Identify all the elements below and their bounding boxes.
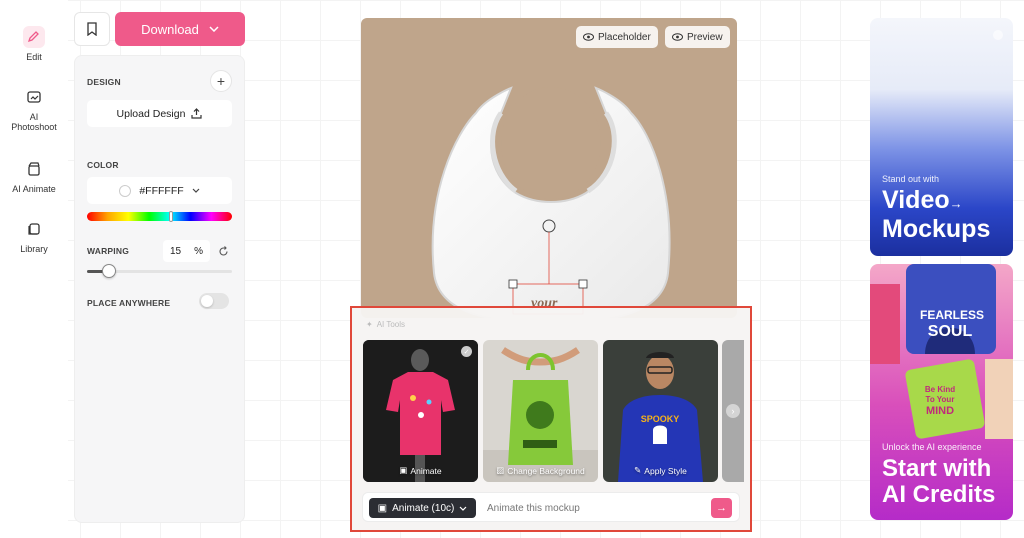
edit-icon xyxy=(23,26,45,48)
rail-item-ai-animate[interactable]: AI Animate xyxy=(0,158,68,194)
rail-item-library[interactable]: Library xyxy=(0,218,68,254)
bookmark-button[interactable] xyxy=(74,12,110,46)
promo-title-line1: Start with xyxy=(882,455,992,482)
prompt-bar: ▣ Animate (10c) → xyxy=(362,492,740,522)
upload-icon xyxy=(191,108,203,119)
promo-collage-image: FEARLESS SOUL Be Kind To Your MIND xyxy=(870,264,1013,439)
color-value: #FFFFFF xyxy=(139,184,184,197)
library-icon xyxy=(23,218,45,240)
ai-tool-card-change-background[interactable]: ▨ Change Background xyxy=(483,340,598,482)
reset-icon xyxy=(218,245,228,256)
rail-item-label: AI Animate xyxy=(12,184,56,194)
promo-title-text: Video xyxy=(882,186,950,214)
rail-item-label-line1: AI xyxy=(29,112,39,122)
man-tshirt-image: SPOOKY xyxy=(603,340,718,482)
bib-image xyxy=(431,86,671,318)
photoshoot-icon xyxy=(23,86,45,108)
ai-tools-panel: ✦ AI Tools ✓ ▣ Animate ▨ Change Backgrou… xyxy=(350,306,752,532)
svg-text:Be Kind: Be Kind xyxy=(925,385,955,394)
card-label-text: Apply Style xyxy=(644,465,687,476)
tote-bag-image xyxy=(483,340,598,482)
svg-text:FEARLESS: FEARLESS xyxy=(920,308,984,322)
animate-icon: ▣ xyxy=(377,502,388,514)
promo-subtitle: Unlock the AI experience xyxy=(882,442,982,452)
ai-tool-card-animate[interactable]: ✓ ▣ Animate xyxy=(363,340,478,482)
design-panel: DESIGN + Upload Design COLOR #FFFFFF WAR… xyxy=(74,55,245,523)
warping-reset-button[interactable] xyxy=(214,241,232,261)
rail-item-label-line2: Photoshoot xyxy=(11,122,57,132)
arrow-right-icon: → xyxy=(949,196,963,211)
rail-item-label: Library xyxy=(20,244,48,254)
design-section-label: DESIGN xyxy=(87,77,121,87)
promo-ai-credits[interactable]: FEARLESS SOUL Be Kind To Your MIND Unloc… xyxy=(870,264,1013,520)
promo-title-line1: Video→ xyxy=(882,187,963,213)
send-button[interactable]: → xyxy=(711,498,732,518)
placeholder-label: Placeholder xyxy=(598,31,651,43)
eye-icon xyxy=(672,33,683,41)
promo-video-mockups[interactable]: Stand out with Video→ Mockups xyxy=(870,18,1013,256)
chevron-right-icon[interactable]: › xyxy=(726,404,740,418)
svg-text:MIND: MIND xyxy=(926,405,954,417)
download-button[interactable]: Download xyxy=(115,12,245,46)
animate-icon: ▣ xyxy=(399,465,408,475)
image-icon: ▨ xyxy=(496,465,505,475)
ai-tool-card-apply-style[interactable]: SPOOKY ✎ Apply Style xyxy=(603,340,718,482)
rail-item-ai-photoshoot[interactable]: AI Photoshoot xyxy=(0,86,68,132)
place-anywhere-toggle[interactable] xyxy=(199,293,229,309)
chevron-down-icon xyxy=(459,506,467,511)
svg-text:SPOOKY: SPOOKY xyxy=(641,414,680,424)
download-label: Download xyxy=(141,21,199,37)
chevron-down-icon xyxy=(209,26,219,32)
arrow-right-icon: → xyxy=(716,502,727,514)
eye-icon xyxy=(583,33,594,41)
mockup-canvas[interactable]: your Placeholder Preview xyxy=(361,18,737,318)
prompt-input[interactable] xyxy=(487,498,707,518)
clapper-icon xyxy=(23,158,45,180)
left-rail: Edit AI Photoshoot AI Animate Library xyxy=(0,0,68,538)
warping-input[interactable]: 15 % xyxy=(163,240,210,262)
promo-subtitle: Stand out with xyxy=(882,174,940,184)
rail-item-edit[interactable]: Edit xyxy=(0,26,68,62)
color-swatch xyxy=(119,184,132,197)
ai-tools-title: ✦ AI Tools xyxy=(366,320,405,329)
card-label-text: Change Background xyxy=(507,465,585,476)
ai-mode-label: Animate (10c) xyxy=(392,502,455,514)
upload-label: Upload Design xyxy=(116,107,186,120)
place-anywhere-label: PLACE ANYWHERE xyxy=(87,298,171,308)
preview-button[interactable]: Preview xyxy=(665,26,730,48)
card-label: ▣ Animate xyxy=(363,465,478,476)
sparkle-icon: ✦ xyxy=(366,320,373,329)
preview-label: Preview xyxy=(687,31,723,43)
toggle-knob xyxy=(201,295,213,307)
bookmark-icon xyxy=(87,22,97,36)
card-label-text: Animate xyxy=(410,465,442,476)
chevron-down-icon xyxy=(192,188,200,193)
tshirt-mannequin-image xyxy=(363,340,478,482)
wand-icon: ✎ xyxy=(634,465,642,475)
hue-slider-handle[interactable] xyxy=(169,211,173,222)
warping-slider-handle[interactable] xyxy=(102,264,116,278)
upload-design-button[interactable]: Upload Design xyxy=(87,100,232,127)
warping-unit: % xyxy=(194,245,203,257)
promo-title-line2: AI Credits xyxy=(882,481,996,508)
svg-text:To Your: To Your xyxy=(926,395,955,404)
selected-check-icon: ✓ xyxy=(461,346,472,357)
color-section-label: COLOR xyxy=(87,160,119,170)
add-design-button[interactable]: + xyxy=(210,70,232,92)
ai-tools-title-text: AI Tools xyxy=(376,320,406,329)
warping-section-label: WARPING xyxy=(87,246,130,256)
card-label: ▨ Change Background xyxy=(483,465,598,476)
hue-slider[interactable] xyxy=(87,212,232,221)
warping-slider[interactable] xyxy=(87,264,232,278)
card-label: ✎ Apply Style xyxy=(603,465,718,476)
svg-text:SOUL: SOUL xyxy=(928,323,973,340)
placeholder-button[interactable]: Placeholder xyxy=(576,26,658,48)
color-select[interactable]: #FFFFFF xyxy=(87,177,232,204)
ai-mode-select[interactable]: ▣ Animate (10c) xyxy=(369,498,476,518)
rail-item-label: Edit xyxy=(26,52,42,62)
plus-icon: + xyxy=(216,73,226,89)
promo-title-line2: Mockups xyxy=(882,215,991,243)
close-icon[interactable] xyxy=(993,30,1003,40)
warping-value: 15 xyxy=(170,245,182,257)
